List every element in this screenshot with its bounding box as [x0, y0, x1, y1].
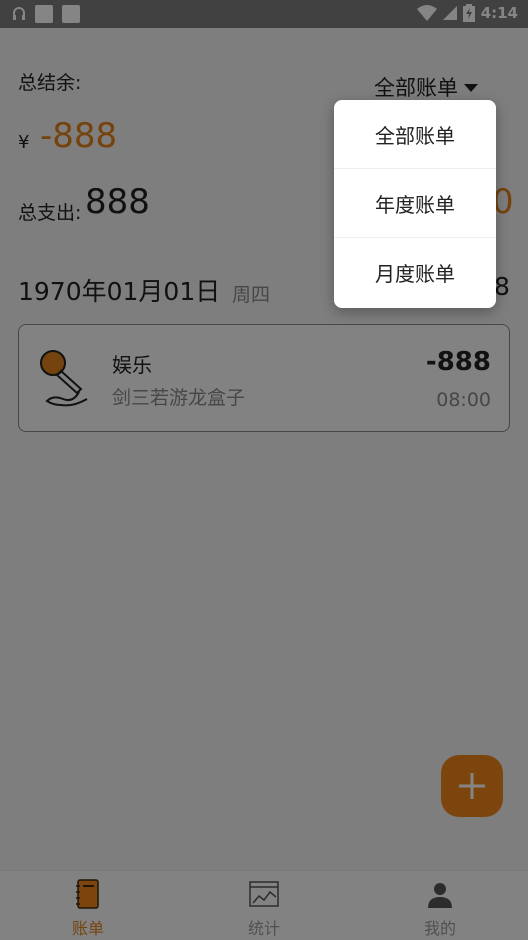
- menu-item-all-bills[interactable]: 全部账单: [334, 100, 496, 169]
- menu-item-yearly-bills[interactable]: 年度账单: [334, 169, 496, 238]
- menu-item-monthly-bills[interactable]: 月度账单: [334, 238, 496, 307]
- bill-filter-menu: 全部账单 年度账单 月度账单: [334, 100, 496, 308]
